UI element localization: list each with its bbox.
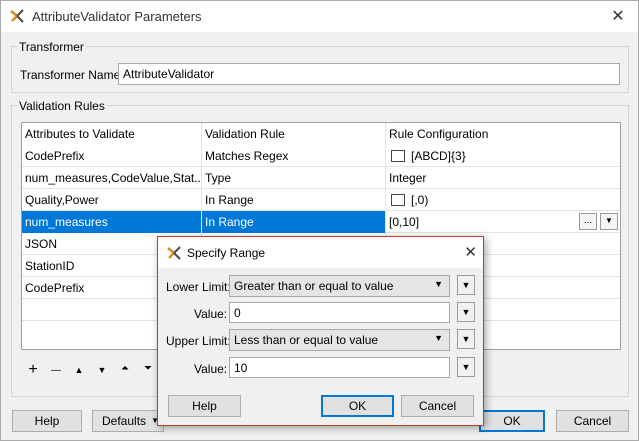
window-title: AttributeValidator Parameters (32, 9, 202, 24)
move-up-icon[interactable]: ▲ (71, 365, 87, 375)
attribute-cell[interactable]: num_measures (22, 211, 202, 233)
upper-limit-menu-button[interactable]: ▼ (457, 329, 475, 349)
rule-cell[interactable]: In Range (202, 211, 386, 233)
defaults-button[interactable]: Defaults ▼ (92, 410, 164, 432)
fme-transformer-icon (10, 9, 24, 23)
close-icon[interactable]: ✕ (598, 1, 638, 32)
fme-transformer-icon (167, 246, 181, 260)
rule-cell[interactable]: In Range (202, 189, 386, 211)
chevron-down-icon: ▼ (434, 279, 443, 289)
move-down-icon[interactable]: ▼ (94, 365, 110, 375)
lower-value-menu-button[interactable]: ▼ (457, 302, 475, 322)
config-cell[interactable]: [ABCD]{3} (386, 145, 620, 167)
chevron-down-icon: ▼ (434, 333, 443, 343)
lower-limit-value: Greater than or equal to value (234, 279, 394, 293)
table-header: Attributes to Validate Validation Rule R… (22, 123, 620, 145)
table-row[interactable]: CodePrefix Matches Regex [ABCD]{3} (22, 145, 620, 167)
config-value: [ABCD]{3} (411, 149, 466, 163)
column-header-attributes[interactable]: Attributes to Validate (22, 123, 202, 145)
rule-cell[interactable]: Matches Regex (202, 145, 386, 167)
add-row-icon[interactable]: + (25, 361, 41, 379)
move-bottom-icon[interactable]: ⏷ (140, 363, 156, 374)
config-cell[interactable]: [,0) (386, 189, 620, 211)
transformer-name-input[interactable]: AttributeValidator (118, 63, 620, 85)
dialog-title-bar: Specify Range ✕ (158, 237, 483, 268)
upper-limit-select[interactable]: Less than or equal to value ▼ (229, 329, 450, 351)
table-row[interactable]: Quality,Power In Range [,0) (22, 189, 620, 211)
lower-limit-menu-button[interactable]: ▼ (457, 275, 475, 295)
lower-value-label: Value: (194, 307, 228, 321)
upper-value-input[interactable]: 10 (229, 357, 450, 378)
dialog-cancel-button[interactable]: Cancel (401, 395, 474, 417)
specify-range-dialog: Specify Range ✕ Lower Limit: Greater tha… (157, 236, 484, 426)
upper-limit-label: Upper Limit: (166, 334, 231, 348)
defaults-label: Defaults (102, 414, 147, 428)
lower-limit-label: Lower Limit: (166, 280, 231, 294)
lower-value-input[interactable]: 0 (229, 302, 450, 323)
attribute-cell[interactable]: Quality,Power (22, 189, 202, 211)
upper-value-label: Value: (194, 362, 228, 376)
help-button[interactable]: Help (12, 410, 82, 432)
dialog-help-button[interactable]: Help (168, 395, 241, 417)
ok-button[interactable]: OK (479, 410, 545, 432)
config-editor-icon[interactable] (391, 194, 405, 206)
table-row[interactable]: num_measures,CodeValue,Stat... Type Inte… (22, 167, 620, 189)
upper-value-menu-button[interactable]: ▼ (457, 357, 475, 377)
ellipsis-button[interactable]: ... (579, 213, 597, 230)
rule-cell[interactable]: Type (202, 167, 386, 189)
transformer-group-label: Transformer (17, 40, 86, 54)
remove-row-icon[interactable]: — (48, 365, 64, 376)
attribute-cell[interactable]: CodePrefix (22, 145, 202, 167)
column-header-configuration[interactable]: Rule Configuration (386, 123, 620, 145)
close-icon[interactable]: ✕ (464, 243, 477, 261)
title-bar: AttributeValidator Parameters ✕ (1, 1, 638, 32)
dialog-title: Specify Range (187, 246, 266, 260)
column-header-rule[interactable]: Validation Rule (202, 123, 386, 145)
transformer-name-label: Transformer Name: (20, 68, 124, 82)
dialog-ok-button[interactable]: OK (321, 395, 394, 417)
cancel-button[interactable]: Cancel (556, 410, 629, 432)
move-top-icon[interactable]: ⏶ (117, 363, 133, 374)
validation-rules-group-label: Validation Rules (17, 99, 107, 113)
upper-limit-value: Less than or equal to value (234, 333, 379, 347)
config-value: [,0) (411, 193, 429, 207)
config-editor-icon[interactable] (391, 150, 405, 162)
config-dropdown-button[interactable]: ▼ (600, 213, 618, 230)
attribute-cell[interactable]: num_measures,CodeValue,Stat... (22, 167, 202, 189)
lower-limit-select[interactable]: Greater than or equal to value ▼ (229, 275, 450, 297)
config-cell[interactable]: Integer (386, 167, 620, 189)
table-row-selected[interactable]: num_measures In Range [0,10] ... ▼ (22, 211, 620, 233)
